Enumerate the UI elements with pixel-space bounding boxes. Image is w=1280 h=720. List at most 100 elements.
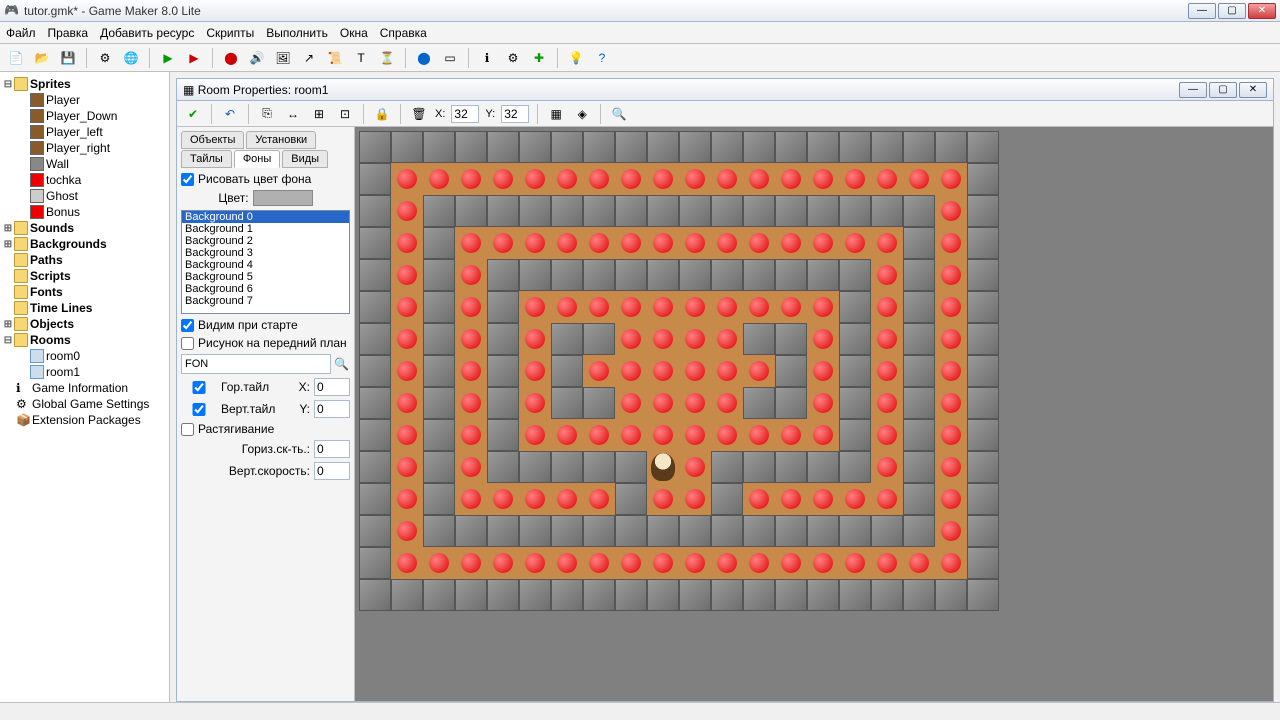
wall-tile[interactable] xyxy=(807,131,839,163)
tree-room-item[interactable]: room1 xyxy=(2,364,167,380)
object-icon[interactable]: ⬤ xyxy=(414,48,434,68)
htile-x-input[interactable] xyxy=(314,378,350,396)
wall-tile[interactable] xyxy=(711,259,743,291)
wall-tile[interactable] xyxy=(775,579,807,611)
undo-icon[interactable]: ↶ xyxy=(220,104,240,124)
wall-tile[interactable] xyxy=(455,131,487,163)
tree-sprite-item[interactable]: Bonus xyxy=(2,204,167,220)
wall-tile[interactable] xyxy=(743,195,775,227)
wall-tile[interactable] xyxy=(423,227,455,259)
wall-tile[interactable] xyxy=(743,323,775,355)
tree-globalsettings[interactable]: ⚙Global Game Settings xyxy=(2,396,167,412)
wall-tile[interactable] xyxy=(487,579,519,611)
wall-tile[interactable] xyxy=(487,323,519,355)
wall-tile[interactable] xyxy=(967,131,999,163)
timeline-icon[interactable]: ⏳ xyxy=(377,48,397,68)
wall-tile[interactable] xyxy=(551,259,583,291)
wall-tile[interactable] xyxy=(423,291,455,323)
wall-tile[interactable] xyxy=(903,515,935,547)
bg-list-item[interactable]: Background 2 xyxy=(182,235,349,247)
wall-tile[interactable] xyxy=(423,131,455,163)
wall-tile[interactable] xyxy=(775,451,807,483)
wall-tile[interactable] xyxy=(551,195,583,227)
wall-tile[interactable] xyxy=(743,451,775,483)
minimize-button[interactable]: — xyxy=(1188,3,1216,19)
wall-tile[interactable] xyxy=(615,515,647,547)
wall-tile[interactable] xyxy=(583,451,615,483)
wall-tile[interactable] xyxy=(455,515,487,547)
wall-tile[interactable] xyxy=(359,483,391,515)
ok-icon[interactable]: ✔ xyxy=(183,104,203,124)
bg-list-item[interactable]: Background 6 xyxy=(182,283,349,295)
wall-tile[interactable] xyxy=(807,451,839,483)
wall-tile[interactable] xyxy=(871,195,903,227)
menu-edit[interactable]: Правка xyxy=(48,26,89,40)
wall-tile[interactable] xyxy=(423,515,455,547)
tree-room-item[interactable]: room0 xyxy=(2,348,167,364)
wall-tile[interactable] xyxy=(967,291,999,323)
wall-tile[interactable] xyxy=(423,483,455,515)
wall-tile[interactable] xyxy=(775,323,807,355)
bg-list-item[interactable]: Background 4 xyxy=(182,259,349,271)
wall-tile[interactable] xyxy=(391,131,423,163)
tab-views[interactable]: Виды xyxy=(282,150,328,168)
tree-fonts[interactable]: Fonts xyxy=(2,284,167,300)
tree-extensions[interactable]: 📦Extension Packages xyxy=(2,412,167,428)
tab-objects[interactable]: Объекты xyxy=(181,131,244,149)
lightbulb-icon[interactable]: 💡 xyxy=(566,48,586,68)
tree-sprite-item[interactable]: Ghost xyxy=(2,188,167,204)
wall-tile[interactable] xyxy=(743,131,775,163)
wall-tile[interactable] xyxy=(807,579,839,611)
resource-tree[interactable]: ⊟Sprites PlayerPlayer_DownPlayer_leftPla… xyxy=(0,72,170,702)
gameinfo-icon[interactable]: ℹ xyxy=(477,48,497,68)
wall-tile[interactable] xyxy=(487,291,519,323)
wall-tile[interactable] xyxy=(359,291,391,323)
wall-tile[interactable] xyxy=(487,515,519,547)
wall-tile[interactable] xyxy=(487,195,519,227)
wall-tile[interactable] xyxy=(551,387,583,419)
wall-tile[interactable] xyxy=(743,579,775,611)
snap-x-input[interactable] xyxy=(451,105,479,123)
wall-tile[interactable] xyxy=(967,227,999,259)
run-icon[interactable]: ▶ xyxy=(158,48,178,68)
draw-bg-checkbox[interactable] xyxy=(181,173,194,186)
wall-tile[interactable] xyxy=(359,195,391,227)
wall-tile[interactable] xyxy=(583,131,615,163)
menu-add-resource[interactable]: Добавить ресурс xyxy=(100,26,194,40)
wall-tile[interactable] xyxy=(903,579,935,611)
wall-tile[interactable] xyxy=(967,259,999,291)
wall-tile[interactable] xyxy=(647,515,679,547)
publish-icon[interactable]: 🌐 xyxy=(121,48,141,68)
debug-icon[interactable]: ▶ xyxy=(184,48,204,68)
wall-tile[interactable] xyxy=(519,195,551,227)
wall-tile[interactable] xyxy=(711,483,743,515)
browse-icon[interactable]: 🔍 xyxy=(333,354,350,374)
wall-tile[interactable] xyxy=(903,227,935,259)
tab-tiles[interactable]: Тайлы xyxy=(181,150,232,168)
tree-backgrounds[interactable]: ⊞Backgrounds xyxy=(2,236,167,252)
wall-tile[interactable] xyxy=(423,259,455,291)
wall-tile[interactable] xyxy=(647,131,679,163)
path-icon[interactable]: ↗ xyxy=(299,48,319,68)
sprite-icon[interactable]: ⬤ xyxy=(221,48,241,68)
wall-tile[interactable] xyxy=(775,259,807,291)
wall-tile[interactable] xyxy=(679,515,711,547)
wall-tile[interactable] xyxy=(903,419,935,451)
wall-tile[interactable] xyxy=(871,579,903,611)
wall-tile[interactable] xyxy=(935,131,967,163)
htile-checkbox[interactable] xyxy=(181,381,217,394)
tree-gameinfo[interactable]: ℹGame Information xyxy=(2,380,167,396)
wall-tile[interactable] xyxy=(967,387,999,419)
wall-tile[interactable] xyxy=(359,451,391,483)
wall-tile[interactable] xyxy=(519,515,551,547)
wall-tile[interactable] xyxy=(359,355,391,387)
hspeed-input[interactable] xyxy=(314,440,350,458)
wall-tile[interactable] xyxy=(839,131,871,163)
copy-icon[interactable]: ⎘ xyxy=(257,104,277,124)
wall-tile[interactable] xyxy=(359,227,391,259)
shift-icon[interactable]: ↔ xyxy=(283,104,303,124)
tree-paths[interactable]: Paths xyxy=(2,252,167,268)
wall-tile[interactable] xyxy=(775,195,807,227)
tree-rooms[interactable]: ⊟Rooms xyxy=(2,332,167,348)
iso-icon[interactable]: ◈ xyxy=(572,104,592,124)
